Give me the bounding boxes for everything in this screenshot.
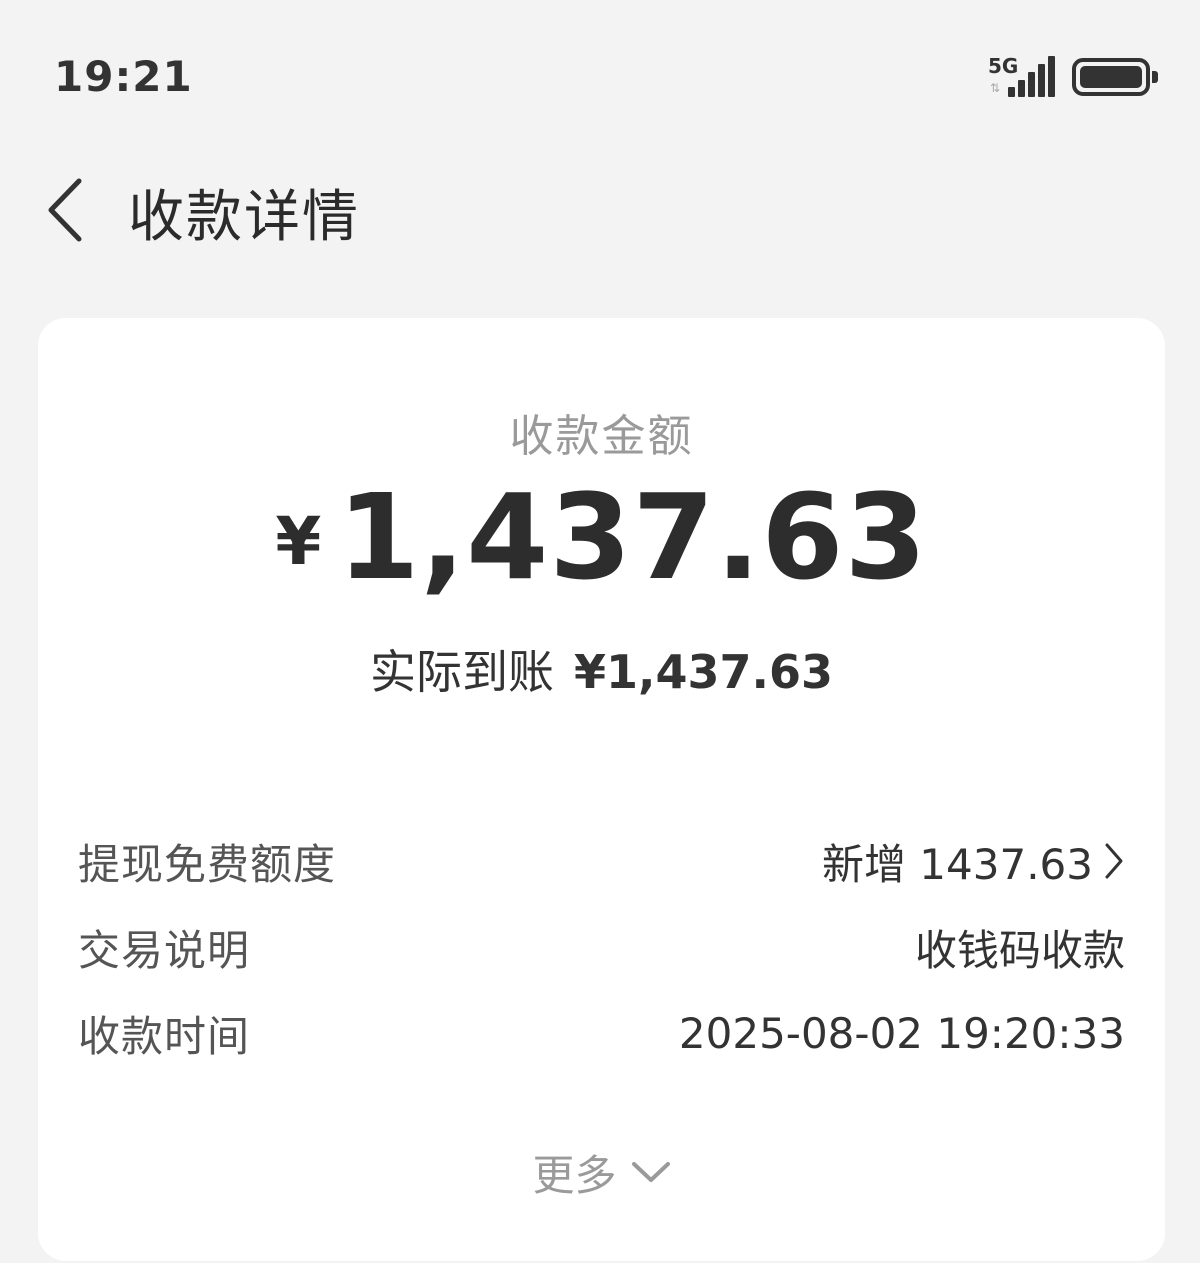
amount-label: 收款金额 (509, 411, 694, 462)
page-title: 收款详情 (128, 185, 360, 250)
back-arrow-icon (48, 178, 82, 242)
detail-list: 提现免费额度 新增 1437.63 交易说明 收钱码收款 收款时间 2025-0… (78, 818, 1125, 1076)
status-bar: 19:21 5G ⇅ (0, 0, 1200, 150)
amount-value: 1,437.63 (337, 468, 928, 606)
detail-row-description: 交易说明 收钱码收款 (78, 904, 1125, 990)
detail-label: 收款时间 (78, 1011, 251, 1061)
chevron-right-icon (1103, 841, 1125, 881)
back-button[interactable] (30, 170, 100, 250)
battery-icon (1072, 58, 1158, 96)
detail-row-time: 收款时间 2025-08-02 19:20:33 (78, 990, 1125, 1076)
chevron-down-icon (631, 1162, 670, 1182)
receipt-card: 收款金额 ¥1,437.63 实际到账 ¥1,437.63 提现免费额度 新增 1… (38, 318, 1165, 1261)
network-activity-icon: ⇅ (990, 81, 1001, 95)
more-button[interactable]: 更多 (38, 1142, 1165, 1202)
detail-value: 2025-08-02 19:20:33 (678, 1008, 1125, 1058)
currency-symbol: ¥ (275, 503, 322, 580)
detail-value: 新增 1437.63 (822, 831, 1125, 892)
status-icons: 5G ⇅ (988, 54, 1158, 100)
status-time: 19:21 (54, 52, 193, 101)
amount-display: ¥1,437.63 (38, 468, 1165, 606)
detail-row-free-quota[interactable]: 提现免费额度 新增 1437.63 (78, 818, 1125, 904)
detail-value-text: 新增 1437.63 (821, 839, 1093, 889)
more-label: 更多 (532, 1150, 617, 1200)
detail-value: 收钱码收款 (914, 925, 1125, 975)
detail-label: 交易说明 (78, 925, 251, 975)
signal-bars (1008, 56, 1055, 97)
received-label: 实际到账 (370, 645, 554, 699)
nav-bar: 收款详情 (0, 150, 1200, 270)
received-value: ¥1,437.63 (574, 645, 833, 699)
detail-label: 提现免费额度 (78, 839, 337, 889)
received-amount: 实际到账 ¥1,437.63 (38, 636, 1165, 702)
signal-icon: 5G ⇅ (988, 54, 1058, 100)
